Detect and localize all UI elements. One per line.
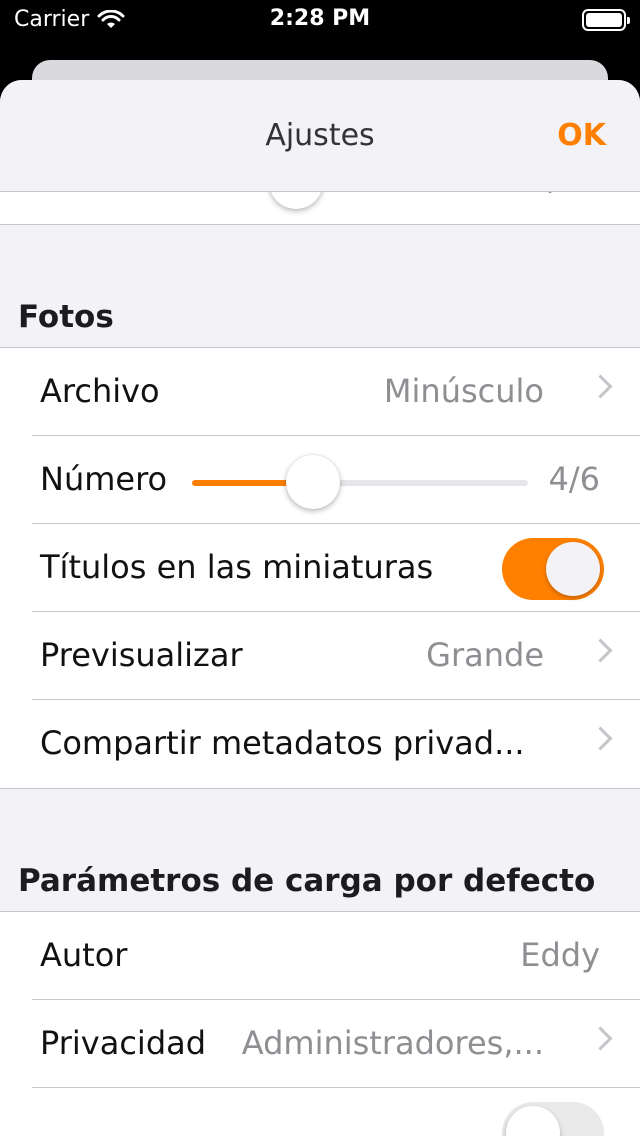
photos-section-header: Fotos: [0, 225, 640, 347]
titles-toggle[interactable]: [502, 538, 604, 600]
upload-section-header: Parámetros de carga por defecto: [0, 789, 640, 911]
settings-content[interactable]: Reciente 5/10 Fotos Archivo Minúsculo Nú…: [0, 136, 640, 1136]
toggle-knob: [506, 1106, 560, 1136]
upload-header-title: Parámetros de carga por defecto: [18, 863, 596, 899]
number-value: 4/6: [548, 460, 601, 498]
author-label: Autor: [40, 936, 128, 974]
titles-row: Títulos en las miniaturas: [32, 524, 640, 612]
chevron-right-icon: [592, 1030, 606, 1044]
toggle-knob: [546, 542, 600, 596]
archive-row[interactable]: Archivo Minúsculo: [32, 348, 640, 436]
nav-title: Ajustes: [265, 118, 375, 153]
titles-label: Títulos en las miniaturas: [40, 548, 434, 586]
chevron-right-icon: [592, 378, 606, 392]
nav-bar: Ajustes OK: [0, 80, 640, 192]
preview-value: Grande: [426, 636, 544, 674]
battery-icon: [582, 9, 630, 31]
number-label: Número: [40, 460, 168, 498]
next-row: [32, 1088, 640, 1136]
archive-value: Minúsculo: [383, 372, 544, 410]
photos-header-title: Fotos: [18, 299, 114, 335]
author-row[interactable]: Autor Eddy: [32, 912, 640, 1000]
status-bar: Carrier 2:28 PM: [0, 0, 640, 40]
upload-group: Autor Eddy Privacidad Administradores,..…: [0, 911, 640, 1136]
preview-label: Previsualizar: [40, 636, 243, 674]
share-metadata-label: Compartir metadatos privad...: [40, 724, 525, 762]
number-slider[interactable]: [192, 455, 528, 509]
settings-sheet: Ajustes OK Reciente 5/10 Fotos Archivo M…: [0, 80, 640, 1136]
preview-row[interactable]: Previsualizar Grande: [32, 612, 640, 700]
author-value[interactable]: Eddy: [520, 936, 600, 974]
privacy-row[interactable]: Privacidad Administradores,...: [32, 1000, 640, 1088]
status-time: 2:28 PM: [269, 6, 371, 31]
chevron-right-icon: [592, 730, 606, 744]
share-metadata-row[interactable]: Compartir metadatos privad...: [32, 700, 640, 788]
next-toggle[interactable]: [502, 1102, 604, 1136]
archive-label: Archivo: [40, 372, 160, 410]
number-row: Número 4/6: [32, 436, 640, 524]
number-slider-thumb[interactable]: [285, 455, 340, 509]
privacy-label: Privacidad: [40, 1024, 207, 1062]
ok-button[interactable]: OK: [557, 118, 606, 153]
privacy-value: Administradores,...: [241, 1024, 544, 1062]
chevron-right-icon: [592, 642, 606, 656]
photos-group: Archivo Minúsculo Número 4/6 Títulos en …: [0, 347, 640, 789]
